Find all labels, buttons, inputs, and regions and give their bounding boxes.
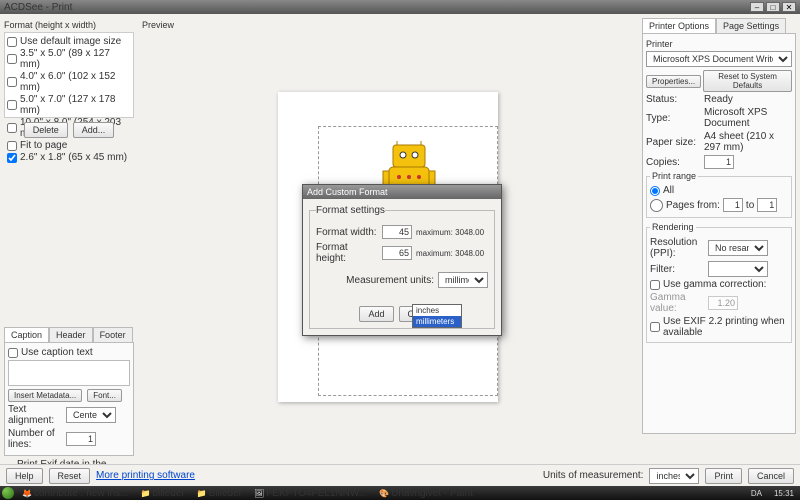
pages-from-input[interactable] — [723, 198, 743, 212]
format-label: Format (height x width) — [4, 20, 134, 30]
gamma-checkbox[interactable]: Use gamma correction: — [650, 279, 788, 290]
filter-select[interactable] — [708, 261, 768, 277]
format-list: Use default image size 3.5" x 5.0" (89 x… — [4, 32, 134, 118]
num-lines-input[interactable] — [66, 432, 96, 446]
tab-caption[interactable]: Caption — [4, 327, 49, 342]
units-option-millimeters[interactable]: millimeters — [413, 316, 461, 327]
measurement-units-select[interactable]: millimeters — [438, 272, 488, 288]
copies-input[interactable] — [704, 155, 734, 169]
caption-tabs: Caption Header Footer — [4, 327, 134, 343]
format-width-input[interactable] — [382, 225, 412, 239]
properties-button[interactable]: Properties... — [646, 75, 701, 88]
help-button[interactable]: Help — [6, 468, 43, 484]
add-custom-format-dialog: Add Custom Format Format settings Format… — [302, 184, 502, 336]
taskbar-item[interactable]: 🎨Unavngivet - Paint — [375, 488, 477, 499]
minimize-button[interactable]: – — [750, 2, 764, 12]
print-button[interactable]: Print — [705, 468, 742, 484]
start-orb[interactable] — [2, 487, 14, 499]
range-pages-radio[interactable] — [650, 199, 663, 212]
reset-defaults-button[interactable]: Reset to System Defaults — [703, 70, 792, 92]
printer-select[interactable]: Microsoft XPS Document Writer — [646, 51, 792, 67]
units-option-inches[interactable]: inches — [413, 305, 461, 316]
use-caption-checkbox[interactable]: Use caption text — [8, 347, 130, 358]
range-all-radio[interactable]: All — [650, 185, 788, 196]
delete-button[interactable]: Delete — [24, 122, 68, 138]
window-title: ACDSee - Print — [4, 2, 748, 13]
units-dropdown: inches millimeters — [412, 304, 462, 328]
caption-textarea[interactable] — [8, 360, 130, 386]
format-opt[interactable]: 5.0" x 7.0" (127 x 178 mm) — [7, 94, 131, 116]
taskbar: 🦊contribute : new ins... 📁billeder 📁Bill… — [0, 486, 800, 500]
format-opt[interactable]: Use default image size — [7, 36, 131, 47]
preview-label: Preview — [142, 20, 634, 30]
units-select[interactable]: inches — [649, 468, 699, 484]
more-software-link[interactable]: More printing software — [96, 470, 195, 481]
dialog-title: Add Custom Format — [303, 185, 501, 199]
dialog-add-button[interactable]: Add — [359, 306, 393, 322]
gamma-value-input — [708, 296, 738, 310]
tab-printer-options[interactable]: Printer Options — [642, 18, 716, 33]
insert-metadata-button[interactable]: Insert Metadata... — [8, 389, 82, 402]
tab-page-settings[interactable]: Page Settings — [716, 18, 786, 33]
cancel-button[interactable]: Cancel — [748, 468, 794, 484]
text-align-select[interactable]: Center — [66, 407, 116, 423]
resolution-select[interactable]: No resample — [708, 240, 768, 256]
taskbar-item[interactable]: 📁billeder — [136, 488, 188, 499]
format-opt[interactable]: 3.5" x 5.0" (89 x 127 mm) — [7, 48, 131, 70]
taskbar-lang[interactable]: DA — [747, 489, 766, 498]
taskbar-item[interactable]: 🖼FEKPTO4FEL1NNW... — [250, 488, 371, 499]
pages-to-input[interactable] — [757, 198, 777, 212]
maximize-button[interactable]: □ — [766, 2, 780, 12]
footer: Help Reset More printing software Units … — [0, 464, 800, 486]
add-button[interactable]: Add... — [73, 122, 115, 138]
tab-header[interactable]: Header — [49, 327, 93, 342]
taskbar-item[interactable]: 🦊contribute : new ins... — [18, 488, 132, 499]
taskbar-clock: 15:31 — [770, 489, 798, 498]
close-button[interactable]: ✕ — [782, 2, 796, 12]
caption-panel: Use caption text Insert Metadata... Font… — [4, 343, 134, 456]
format-height-input[interactable] — [382, 246, 412, 260]
left-panel: Format (height x width) Use default imag… — [0, 14, 138, 486]
tab-footer[interactable]: Footer — [93, 327, 133, 342]
taskbar-item[interactable]: 📁Billeder — [193, 488, 246, 499]
format-opt[interactable]: 4.0" x 6.0" (102 x 152 mm) — [7, 71, 131, 93]
right-panel: Printer Options Page Settings Printer Mi… — [638, 14, 800, 486]
exif-printing-checkbox[interactable]: Use EXIF 2.2 printing when available — [650, 316, 788, 338]
font-button[interactable]: Font... — [87, 389, 122, 402]
reset-button[interactable]: Reset — [49, 468, 91, 484]
titlebar: ACDSee - Print – □ ✕ — [0, 0, 800, 14]
